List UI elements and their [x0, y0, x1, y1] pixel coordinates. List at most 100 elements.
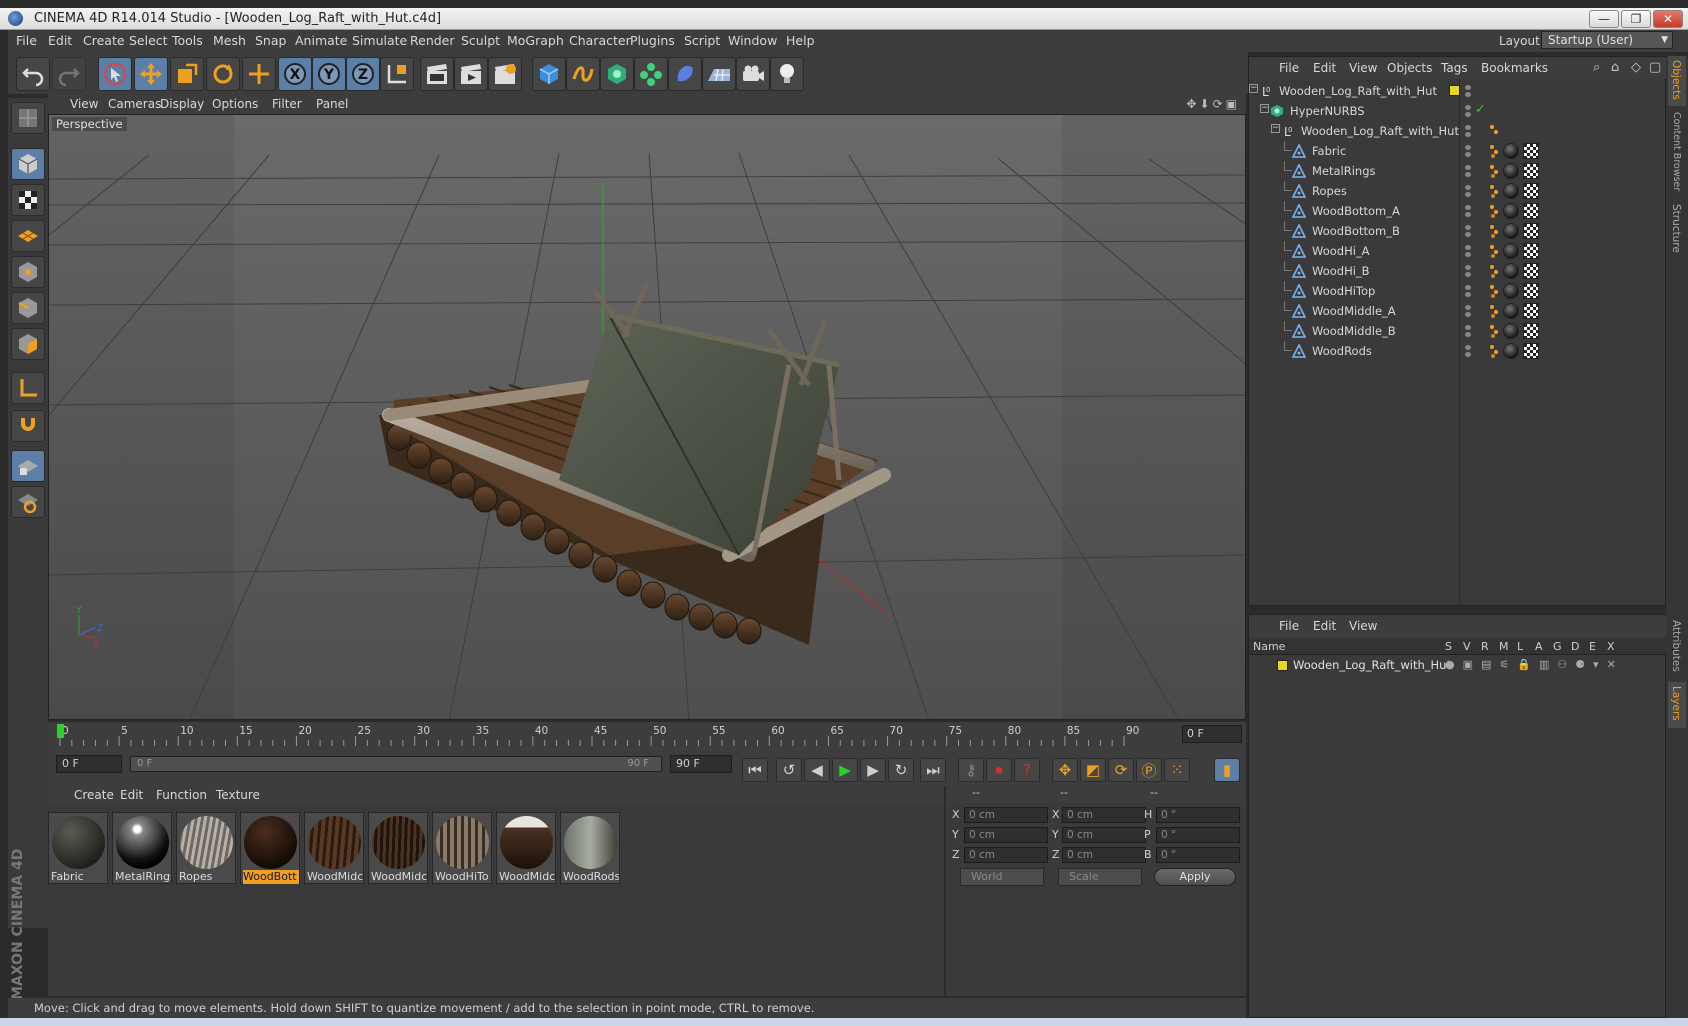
- visibility-dots-icon[interactable]: [1465, 145, 1473, 157]
- move-tool-button[interactable]: [134, 57, 168, 91]
- object-row[interactable]: − HyperNURBS ✓: [1249, 101, 1667, 121]
- object-row[interactable]: WoodHi_B: [1249, 261, 1667, 281]
- object-row[interactable]: WoodBottom_B: [1249, 221, 1667, 241]
- render-view-button[interactable]: [420, 57, 454, 91]
- tab-content-browser[interactable]: Content Browser: [1668, 108, 1686, 198]
- end-frame-field[interactable]: 90 F: [670, 755, 732, 773]
- size-x-field[interactable]: 0 cm: [1062, 807, 1146, 823]
- visibility-dots-icon[interactable]: [1465, 305, 1473, 317]
- object-name[interactable]: Wooden_Log_Raft_with_Hut: [1279, 84, 1437, 98]
- menu-character[interactable]: Character: [569, 33, 631, 48]
- object-menu-view[interactable]: View: [1349, 61, 1377, 75]
- material-tag-icon[interactable]: [1503, 263, 1519, 279]
- pos-z-field[interactable]: 0 cm: [964, 847, 1048, 863]
- object-name[interactable]: Ropes: [1312, 184, 1347, 198]
- start-frame-field[interactable]: 0 F: [56, 755, 122, 773]
- uvw-tag-icon[interactable]: [1523, 163, 1539, 179]
- close-button[interactable]: ✕: [1653, 10, 1683, 28]
- material-woodmiddle-c[interactable]: WoodMidc: [496, 812, 556, 884]
- object-menu-bookmarks[interactable]: Bookmarks: [1481, 61, 1548, 75]
- maximize-button[interactable]: ❐: [1621, 10, 1651, 28]
- previous-frame-button[interactable]: ◀: [804, 758, 830, 782]
- object-row[interactable]: Fabric: [1249, 141, 1667, 161]
- apply-button[interactable]: Apply: [1154, 868, 1236, 886]
- texture-mode-button[interactable]: [11, 184, 45, 216]
- current-frame-field[interactable]: 0 F: [1182, 725, 1242, 743]
- object-row[interactable]: MetalRings: [1249, 161, 1667, 181]
- object-name[interactable]: WoodHi_A: [1312, 244, 1370, 258]
- next-frame-button[interactable]: ▶: [860, 758, 886, 782]
- layer-col-r[interactable]: R: [1481, 640, 1489, 653]
- object-name[interactable]: WoodBottom_B: [1312, 224, 1400, 238]
- undo-button[interactable]: [16, 57, 50, 91]
- object-menu-tags[interactable]: Tags: [1441, 61, 1468, 75]
- phong-tag-icon[interactable]: [1489, 323, 1499, 339]
- size-y-field[interactable]: 0 cm: [1062, 827, 1146, 843]
- add-array-button[interactable]: [634, 57, 668, 91]
- workplane-lock-button[interactable]: [11, 450, 45, 482]
- phong-tag-icon[interactable]: [1489, 243, 1499, 259]
- rot-p-field[interactable]: 0 °: [1156, 827, 1240, 843]
- material-woodbottom[interactable]: WoodBott: [240, 812, 300, 884]
- material-tag-icon[interactable]: [1503, 143, 1519, 159]
- visibility-dots-icon[interactable]: [1465, 185, 1473, 197]
- timeline-window-button[interactable]: ▮: [1214, 758, 1240, 782]
- object-name[interactable]: HyperNURBS: [1290, 104, 1365, 118]
- visibility-dots-icon[interactable]: [1465, 285, 1473, 297]
- menu-window[interactable]: Window: [728, 33, 777, 48]
- material-woodmiddle-a[interactable]: WoodMidc: [304, 812, 364, 884]
- expand-toggle-icon[interactable]: −: [1271, 124, 1280, 133]
- object-name[interactable]: Fabric: [1312, 144, 1346, 158]
- expand-toggle-icon[interactable]: −: [1260, 104, 1269, 113]
- uvw-tag-icon[interactable]: [1523, 143, 1539, 159]
- minimize-button[interactable]: —: [1589, 10, 1619, 28]
- add-deformer-button[interactable]: [668, 57, 702, 91]
- menu-plugins[interactable]: Plugins: [630, 33, 675, 48]
- phong-tag-icon[interactable]: [1489, 143, 1499, 159]
- add-light-button[interactable]: [770, 57, 804, 91]
- menu-script[interactable]: Script: [684, 33, 720, 48]
- material-menu-function[interactable]: Function: [156, 788, 207, 802]
- uvw-tag-icon[interactable]: [1523, 323, 1539, 339]
- new-window-icon[interactable]: ▢: [1649, 60, 1661, 75]
- layer-col-s[interactable]: S: [1445, 640, 1452, 653]
- object-row[interactable]: WoodHiTop: [1249, 281, 1667, 301]
- pos-x-field[interactable]: 0 cm: [964, 807, 1048, 823]
- object-row[interactable]: WoodMiddle_B: [1249, 321, 1667, 341]
- menu-select[interactable]: Select: [129, 33, 168, 48]
- pos-y-field[interactable]: 0 cm: [964, 827, 1048, 843]
- object-name[interactable]: Wooden_Log_Raft_with_Hut: [1301, 124, 1459, 138]
- layer-menu-file[interactable]: File: [1279, 619, 1299, 633]
- model-mode-button[interactable]: [11, 148, 45, 180]
- phong-tag-icon[interactable]: [1489, 303, 1499, 319]
- key-rotation-button[interactable]: ⟳: [1108, 758, 1134, 782]
- phong-tag-icon[interactable]: [1489, 163, 1499, 179]
- material-tag-icon[interactable]: [1503, 323, 1519, 339]
- visibility-dots-icon[interactable]: [1465, 205, 1473, 217]
- next-keyframe-button[interactable]: ↻: [888, 758, 914, 782]
- menu-animate[interactable]: Animate: [295, 33, 347, 48]
- layer-col-v[interactable]: V: [1463, 640, 1471, 653]
- z-axis-lock-button[interactable]: Z: [346, 57, 380, 91]
- uvw-tag-icon[interactable]: [1523, 183, 1539, 199]
- material-tag-icon[interactable]: [1503, 303, 1519, 319]
- menu-mograph[interactable]: MoGraph: [507, 33, 564, 48]
- snap-button[interactable]: [11, 410, 45, 442]
- key-scale-button[interactable]: ◩: [1080, 758, 1106, 782]
- viewport-menu-panel[interactable]: Panel: [316, 97, 348, 111]
- viewport-menu-view[interactable]: View: [70, 97, 98, 111]
- material-tag-icon[interactable]: [1503, 243, 1519, 259]
- object-name[interactable]: MetalRings: [1312, 164, 1376, 178]
- object-name[interactable]: WoodHi_B: [1312, 264, 1370, 278]
- tab-layers[interactable]: Layers: [1668, 682, 1686, 728]
- object-name[interactable]: WoodBottom_A: [1312, 204, 1400, 218]
- visibility-dots-icon[interactable]: [1465, 165, 1473, 177]
- object-row[interactable]: WoodBottom_A: [1249, 201, 1667, 221]
- soft-selection-button[interactable]: [11, 486, 45, 518]
- material-tag-icon[interactable]: [1503, 283, 1519, 299]
- tab-objects[interactable]: Objects: [1668, 56, 1686, 106]
- uvw-tag-icon[interactable]: [1523, 243, 1539, 259]
- material-woodhitop[interactable]: WoodHiTo: [432, 812, 492, 884]
- polygons-mode-button[interactable]: [11, 328, 45, 360]
- layer-col-a[interactable]: A: [1535, 640, 1543, 653]
